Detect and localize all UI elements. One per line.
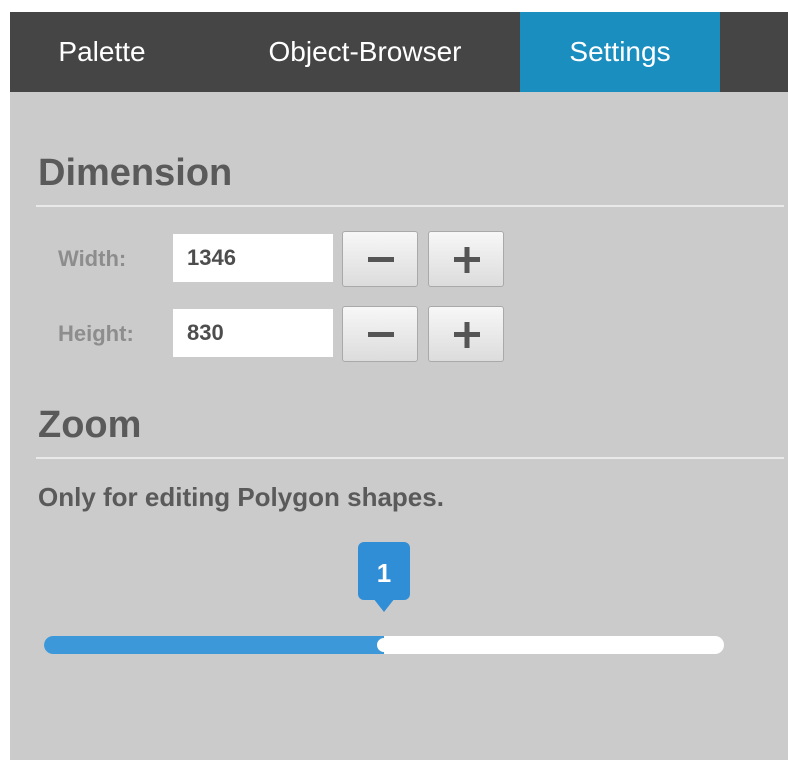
zoom-slider[interactable] xyxy=(44,636,724,654)
zoom-divider xyxy=(36,457,784,459)
settings-panel: Palette Object-Browser Settings Dimensio… xyxy=(10,12,788,760)
zoom-hint-text: Only for editing Polygon shapes. xyxy=(38,482,444,512)
tab-bar: Palette Object-Browser Settings xyxy=(10,12,788,92)
zoom-slider-handle[interactable] xyxy=(377,638,391,652)
tab-palette[interactable]: Palette xyxy=(10,12,194,92)
tab-settings[interactable]: Settings xyxy=(520,12,720,92)
dimension-heading: Dimension xyxy=(38,152,233,194)
height-increment-button[interactable] xyxy=(428,306,504,362)
width-label: Width: xyxy=(58,246,127,271)
minus-icon xyxy=(368,332,394,337)
plus-icon xyxy=(454,322,480,348)
width-increment-button[interactable] xyxy=(428,231,504,287)
height-label: Height: xyxy=(58,321,134,346)
plus-icon xyxy=(454,247,480,273)
minus-icon xyxy=(368,257,394,262)
width-decrement-button[interactable] xyxy=(342,231,418,287)
zoom-value-bubble: 1 xyxy=(358,542,410,600)
width-input[interactable] xyxy=(173,234,333,282)
height-input[interactable] xyxy=(173,309,333,357)
zoom-bubble-pointer xyxy=(373,598,395,612)
zoom-slider-fill xyxy=(44,636,384,654)
tab-object-browser[interactable]: Object-Browser xyxy=(225,12,505,92)
dimension-divider xyxy=(36,205,784,207)
height-decrement-button[interactable] xyxy=(342,306,418,362)
zoom-heading: Zoom xyxy=(38,404,142,446)
